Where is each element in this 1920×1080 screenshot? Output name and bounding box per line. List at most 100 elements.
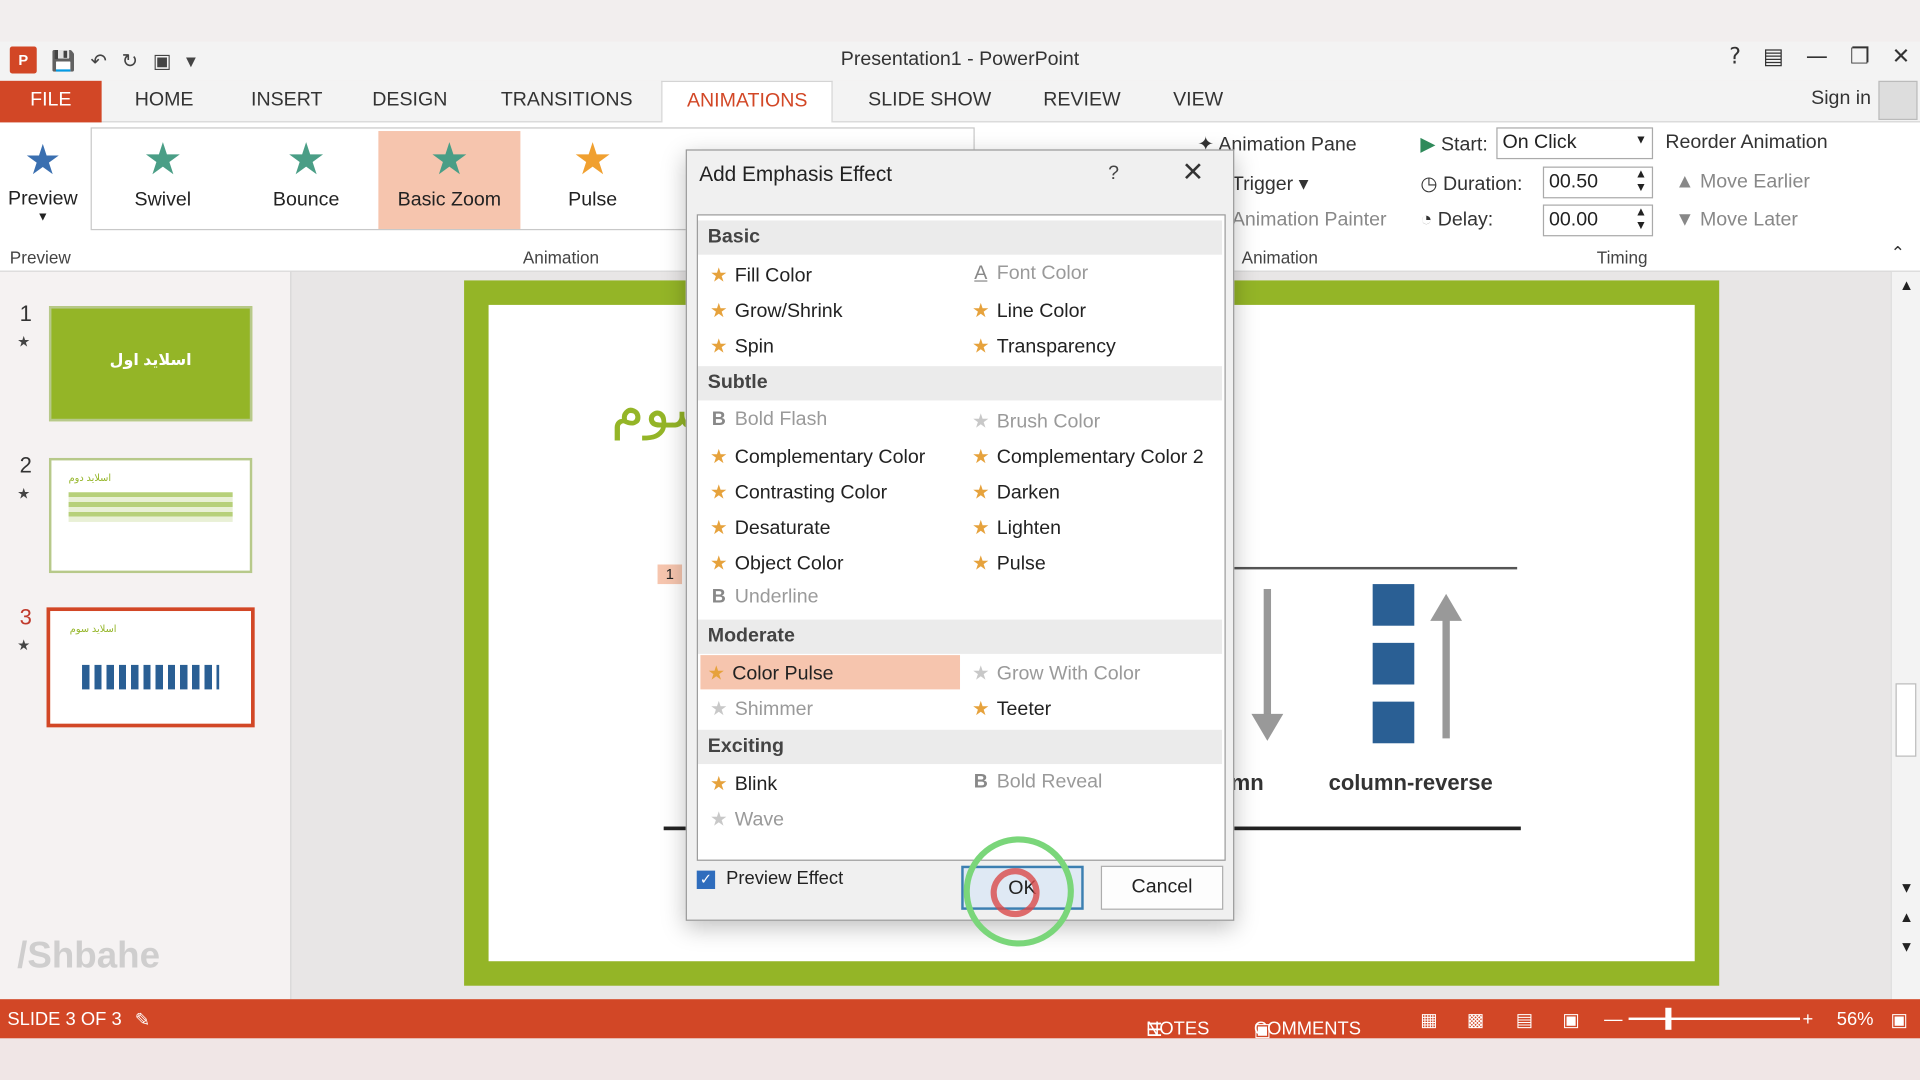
effect-teeter[interactable]: ★ Teeter xyxy=(965,691,1051,725)
zoom-out-icon[interactable]: — xyxy=(1604,1009,1622,1030)
gallery-swivel[interactable]: ★ Swivel xyxy=(92,131,234,229)
effect-bold-reveal[interactable]: B Bold Reveal xyxy=(965,765,1103,799)
dialog-help-icon[interactable]: ? xyxy=(1108,163,1119,185)
tab-review[interactable]: REVIEW xyxy=(1043,81,1120,123)
slide-sorter-icon[interactable]: ▩ xyxy=(1467,1009,1484,1031)
slideshow-view-icon[interactable]: ▣ xyxy=(1562,1009,1579,1031)
zoom-level[interactable]: 56% xyxy=(1837,1009,1874,1030)
sign-in-link[interactable]: Sign in xyxy=(1811,88,1871,110)
stepper-arrows-icon[interactable]: ▲ ▼ xyxy=(1635,206,1647,233)
tab-design[interactable]: DESIGN xyxy=(372,81,447,123)
slide-thumbnail-1[interactable]: اسلاید اول xyxy=(48,306,253,422)
zoom-slider-thumb[interactable] xyxy=(1665,1007,1672,1030)
effect-complementary-color-2[interactable]: ★ Complementary Color 2 xyxy=(965,438,1204,472)
tab-insert[interactable]: INSERT xyxy=(251,81,322,123)
slide-count: SLIDE 3 OF 3 xyxy=(7,1008,122,1030)
preview-button[interactable]: ★ Preview ▼ xyxy=(5,132,81,224)
tab-animations[interactable]: ANIMATIONS xyxy=(661,80,834,124)
gallery-pulse[interactable]: ★ Pulse xyxy=(522,131,664,229)
close-icon[interactable]: ✕ xyxy=(1892,44,1910,70)
effect-contrasting-color[interactable]: ★ Contrasting Color xyxy=(703,474,887,508)
cancel-button[interactable]: Cancel xyxy=(1100,865,1224,910)
zoom-in-icon[interactable]: + xyxy=(1802,1009,1813,1030)
tab-view[interactable]: VIEW xyxy=(1173,81,1223,123)
effect-pulse[interactable]: ★ Pulse xyxy=(965,545,1046,579)
down-triangle-icon: ▼ xyxy=(1675,209,1700,231)
diagram-topline xyxy=(1223,566,1518,570)
fit-slide-icon[interactable]: ▣ xyxy=(1891,1009,1908,1031)
slide-number: 1 xyxy=(19,301,32,326)
ribbon-display-icon[interactable]: ▤ xyxy=(1763,44,1784,70)
effect-label: Object Color xyxy=(734,553,844,575)
previous-slide-icon[interactable]: ▲ xyxy=(1899,909,1914,926)
effect-underline[interactable]: B Underline xyxy=(703,580,819,614)
minimize-icon[interactable]: — xyxy=(1806,44,1828,70)
collapse-ribbon-icon[interactable]: ⌃ xyxy=(1891,242,1905,263)
duration-stepper[interactable]: 00.50 ▲ ▼ xyxy=(1542,166,1654,199)
trigger-button[interactable]: Trigger ▾ xyxy=(1232,171,1309,195)
vertical-scrollbar[interactable]: ▲ ▼ ▲ ▼ xyxy=(1890,271,1920,1000)
effect-line-color[interactable]: ★ Line Color xyxy=(965,293,1086,327)
effect-fill-color[interactable]: ★ Fill Color xyxy=(703,257,812,291)
zoom-slider[interactable] xyxy=(1628,1017,1801,1021)
animation-sequence-badge[interactable]: 1 xyxy=(657,564,683,585)
delay-stepper[interactable]: 00.00 ▲ ▼ xyxy=(1542,204,1654,237)
effect-font-color[interactable]: A Font Color xyxy=(965,257,1088,291)
flex-box xyxy=(1372,701,1415,744)
effect-wave[interactable]: ★ Wave xyxy=(703,801,784,835)
clock-icon: ◷ xyxy=(1420,173,1438,195)
next-slide-icon[interactable]: ▼ xyxy=(1899,938,1914,955)
effect-blink[interactable]: ★ Blink xyxy=(703,765,777,799)
effect-object-color[interactable]: ★ Object Color xyxy=(703,545,844,579)
animation-painter-button[interactable]: Animation Painter xyxy=(1232,209,1387,231)
tab-transitions[interactable]: TRANSITIONS xyxy=(501,81,633,123)
normal-view-icon[interactable]: ▦ xyxy=(1420,1009,1437,1031)
scroll-down-icon[interactable]: ▼ xyxy=(1899,879,1914,896)
slide-thumbnail-2[interactable]: اسلاید دوم xyxy=(48,457,253,574)
scroll-thumb[interactable] xyxy=(1895,683,1917,757)
effect-bold-flash[interactable]: B Bold Flash xyxy=(703,403,828,437)
effect-spin[interactable]: ★ Spin xyxy=(703,328,774,362)
spell-check-icon[interactable]: ✎ xyxy=(135,1009,150,1031)
gallery-bounce[interactable]: ★ Bounce xyxy=(235,131,377,229)
avatar[interactable] xyxy=(1878,80,1918,121)
stepper-arrows-icon[interactable]: ▲ ▼ xyxy=(1635,168,1647,195)
chevron-down-icon: ▼ xyxy=(1634,133,1647,147)
gallery-basic-zoom[interactable]: ★ Basic Zoom xyxy=(378,131,521,229)
effect-desaturate[interactable]: ★ Desaturate xyxy=(703,509,831,543)
animation-pane-label: Animation Pane xyxy=(1218,134,1357,156)
delay-icon: ◔ xyxy=(1420,209,1433,231)
preview-effect-checkbox[interactable]: ✓ xyxy=(696,870,716,889)
star-icon: ★ xyxy=(709,334,728,358)
effect-color-pulse[interactable]: ★ Color Pulse xyxy=(700,655,961,690)
swivel-star-icon: ★ xyxy=(143,134,183,185)
slide-thumbnail-3[interactable]: اسلاید سوم xyxy=(46,607,255,728)
scroll-up-icon[interactable]: ▲ xyxy=(1899,277,1914,294)
star-icon: ★ xyxy=(972,551,990,575)
tab-slide-show[interactable]: SLIDE SHOW xyxy=(868,81,991,123)
star-icon: ★ xyxy=(709,806,728,831)
effect-transparency[interactable]: ★ Transparency xyxy=(965,328,1116,362)
effect-brush-color[interactable]: ★ Brush Color xyxy=(965,403,1100,437)
dialog-close-icon[interactable]: ✕ xyxy=(1182,158,1205,189)
effect-grow-shrink[interactable]: ★ Grow/Shrink xyxy=(703,293,842,327)
effect-grow-with-color[interactable]: ★ Grow With Color xyxy=(965,655,1140,689)
effect-shimmer[interactable]: ★ Shimmer xyxy=(703,691,813,725)
tab-file[interactable]: FILE xyxy=(0,80,102,123)
move-later-button[interactable]: ▼ Move Later xyxy=(1675,209,1798,231)
effect-darken[interactable]: ★ Darken xyxy=(965,474,1060,508)
move-earlier-button[interactable]: ▲ Move Earlier xyxy=(1675,171,1810,193)
start-select[interactable]: On Click ▼ xyxy=(1496,127,1654,160)
help-icon[interactable]: ? xyxy=(1729,44,1741,70)
effect-list[interactable]: Basic ★ Fill Color A Font Color ★ Grow/Shri… xyxy=(696,214,1226,861)
tab-home[interactable]: HOME xyxy=(135,81,194,123)
gallery-item-label: Swivel xyxy=(134,189,192,211)
gallery-item-label: Basic Zoom xyxy=(397,189,502,211)
restore-icon[interactable]: ❐ xyxy=(1850,44,1870,70)
effect-lighten[interactable]: ★ Lighten xyxy=(965,509,1061,543)
timing-group-label: Timing xyxy=(1596,247,1648,267)
effect-complementary-color[interactable]: ★ Complementary Color xyxy=(703,438,925,472)
effect-label: Pulse xyxy=(996,553,1046,575)
reading-view-icon[interactable]: ▤ xyxy=(1516,1009,1533,1031)
preview-effect-label[interactable]: Preview Effect xyxy=(726,868,843,889)
